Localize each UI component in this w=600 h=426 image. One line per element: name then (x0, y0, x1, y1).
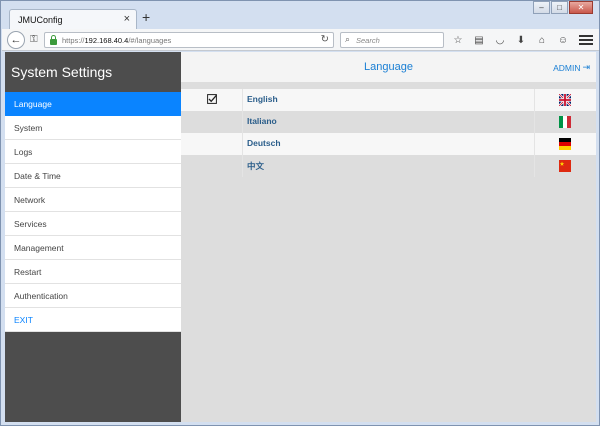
check-cell (181, 111, 243, 133)
check-cell (181, 89, 243, 111)
sidebar: System Settings Language System Logs Dat… (5, 52, 181, 422)
logout-icon: ⇥ (582, 62, 590, 72)
page-title: Language (364, 61, 413, 73)
flag-cell (534, 111, 596, 133)
uk-flag-icon (559, 94, 571, 106)
language-name: 中文 (247, 161, 265, 171)
back-arrow-icon: ← (10, 34, 22, 46)
sidebar-item-authentication[interactable]: Authentication (5, 284, 181, 308)
sidebar-title: System Settings (11, 64, 113, 80)
page-header: Language ADMIN ⇥ (181, 52, 596, 82)
hamburger-menu-icon[interactable] (579, 32, 593, 48)
language-row-english[interactable]: English (181, 89, 596, 111)
check-cell (181, 133, 243, 155)
page-content: System Settings Language System Logs Dat… (5, 52, 596, 422)
url-bar[interactable]: https://192.168.40.4/#/languages ↻ (44, 32, 334, 48)
language-name: Deutsch (247, 138, 281, 148)
lock-icon (50, 35, 57, 45)
flag-cell (534, 89, 596, 111)
italy-flag-icon (559, 116, 571, 128)
minimize-button[interactable]: – (533, 1, 550, 14)
download-icon[interactable]: ⬇ (513, 32, 529, 48)
sidebar-menu: Language System Logs Date & Time Network… (5, 92, 181, 332)
sidebar-item-services[interactable]: Services (5, 212, 181, 236)
tab-title: JMUConfig (18, 15, 63, 25)
toolbar-icons: ☆ ▤ ◡ ⬇ ⌂ ☺ (450, 32, 571, 48)
china-flag-icon (559, 160, 571, 172)
tab-strip: JMUConfig × + – □ ✕ (1, 1, 599, 29)
checked-checkbox-icon (207, 94, 217, 104)
window-controls: – □ ✕ (533, 1, 593, 15)
search-icon: ⌕ (345, 34, 351, 44)
tab-close-icon[interactable]: × (124, 13, 130, 25)
language-row-chinese[interactable]: 中文 (181, 155, 596, 177)
close-window-button[interactable]: ✕ (569, 1, 593, 14)
language-name: English (247, 94, 278, 104)
germany-flag-icon (559, 138, 571, 150)
sidebar-item-management[interactable]: Management (5, 236, 181, 260)
chat-icon[interactable]: ☺ (555, 32, 571, 48)
sidebar-item-restart[interactable]: Restart (5, 260, 181, 284)
sidebar-item-network[interactable]: Network (5, 188, 181, 212)
search-bar[interactable]: ⌕ Search (340, 32, 444, 48)
sidebar-item-date-time[interactable]: Date & Time (5, 164, 181, 188)
check-cell (181, 155, 243, 177)
bookmark-star-icon[interactable]: ☆ (450, 32, 466, 48)
language-row-italiano[interactable]: Italiano (181, 111, 596, 133)
search-placeholder: Search (356, 36, 380, 45)
browser-window: JMUConfig × + – □ ✕ ← ⚿ https://192.168.… (0, 0, 600, 426)
reload-icon[interactable]: ↻ (321, 34, 329, 45)
language-list: English Italiano Deutsch 中文 (181, 89, 596, 177)
admin-logout-link[interactable]: ADMIN ⇥ (553, 62, 590, 73)
admin-label: ADMIN (553, 62, 581, 73)
reading-list-icon[interactable]: ▤ (471, 32, 487, 48)
sidebar-item-system[interactable]: System (5, 116, 181, 140)
back-button[interactable]: ← (7, 31, 25, 49)
flag-cell (534, 155, 596, 177)
language-row-deutsch[interactable]: Deutsch (181, 133, 596, 155)
flag-cell (534, 133, 596, 155)
new-tab-button[interactable]: + (142, 10, 150, 24)
home-icon[interactable]: ⌂ (534, 32, 550, 48)
maximize-button[interactable]: □ (551, 1, 568, 14)
tab-jmuconfig[interactable]: JMUConfig × (9, 9, 137, 29)
sidebar-item-language[interactable]: Language (5, 92, 181, 116)
sidebar-item-exit[interactable]: EXIT (5, 308, 181, 332)
pocket-icon[interactable]: ◡ (492, 32, 508, 48)
language-name: Italiano (247, 116, 277, 126)
key-icon[interactable]: ⚿ (30, 34, 38, 45)
url-text: https://192.168.40.4/#/languages (62, 36, 172, 45)
main-panel: Language ADMIN ⇥ English Italiano Deutsc… (181, 52, 596, 422)
sidebar-item-logs[interactable]: Logs (5, 140, 181, 164)
navigation-bar: ← ⚿ https://192.168.40.4/#/languages ↻ ⌕… (2, 29, 599, 51)
